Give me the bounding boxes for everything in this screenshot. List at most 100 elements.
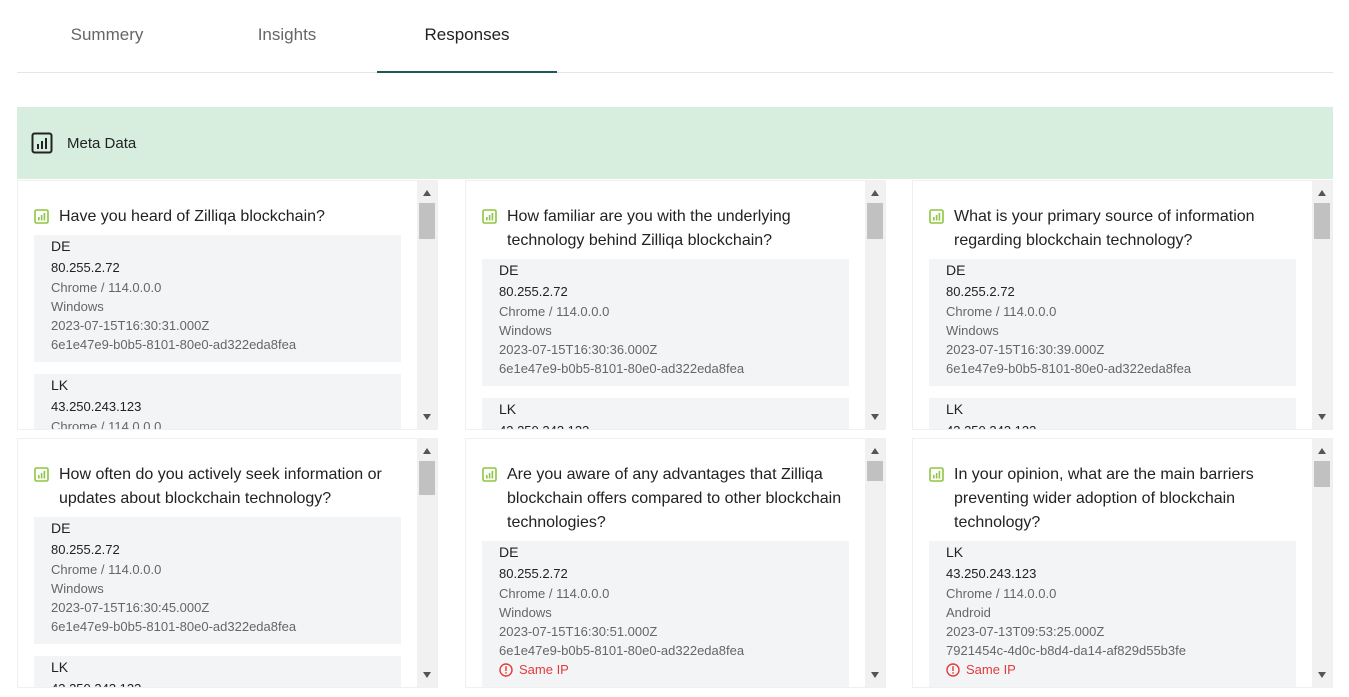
question-text: Have you heard of Zilliqa blockchain? (59, 208, 325, 225)
timestamp: 2023-07-15T16:30:31.000Z (51, 318, 210, 333)
operating-system: Windows (51, 581, 104, 596)
country-code: DE (51, 520, 71, 536)
card-content: How familiar are you with the underlying… (466, 181, 865, 429)
question-card: What is your primary source of informati… (912, 180, 1333, 430)
response-item: DE 80.255.2.72 Chrome / 114.0.0.0 Windows 20… (34, 517, 401, 644)
timestamp: 2023-07-15T16:30:51.000Z (499, 624, 658, 639)
question-header: How familiar are you with the underlying… (482, 205, 849, 253)
country-code: DE (499, 262, 519, 278)
warning-icon (499, 663, 513, 677)
card-content: What is your primary source of informati… (913, 181, 1312, 429)
scroll-up-arrow-icon[interactable] (417, 443, 437, 459)
question-header: Are you aware of any advantages that Zil… (482, 463, 849, 535)
scroll-down-arrow-icon[interactable] (865, 667, 885, 683)
scrollbar[interactable] (865, 181, 885, 429)
question-card: How often do you actively seek informati… (17, 438, 438, 688)
card-content: How often do you actively seek informati… (18, 439, 417, 687)
scroll-down-arrow-icon[interactable] (417, 409, 437, 425)
tab-bar: Summery Insights Responses (17, 0, 1333, 73)
scrollbar[interactable] (1312, 181, 1332, 429)
scroll-up-arrow-icon[interactable] (865, 185, 885, 201)
bar-chart-icon (34, 467, 49, 482)
country-code: DE (51, 238, 71, 254)
country-code: LK (946, 401, 964, 417)
ip-address: 43.250.243.123 (51, 679, 385, 687)
question-text: How familiar are you with the underlying… (507, 208, 791, 249)
scrollbar-thumb[interactable] (867, 461, 883, 481)
response-id: 6e1e47e9-b0b5-8101-80e0-ad322eda8fea (946, 361, 1192, 376)
country-code: LK (499, 401, 517, 417)
same-ip-warning: Same IP (946, 660, 1280, 680)
operating-system: Windows (946, 323, 999, 338)
operating-system: Windows (51, 299, 104, 314)
scroll-down-arrow-icon[interactable] (1312, 667, 1332, 683)
ip-address: 80.255.2.72 (51, 542, 120, 557)
meta-data-header: Meta Data (17, 107, 1333, 179)
country-code: DE (946, 262, 966, 278)
scroll-up-arrow-icon[interactable] (865, 443, 885, 459)
scrollbar[interactable] (1312, 439, 1332, 687)
ip-address: 43.250.243.123 (946, 421, 1280, 429)
ip-address: 80.255.2.72 (51, 260, 120, 275)
scrollbar[interactable] (865, 439, 885, 687)
scroll-down-arrow-icon[interactable] (417, 667, 437, 683)
question-text: In your opinion, what are the main barri… (954, 466, 1254, 531)
response-item: LK 43.250.243.123 (929, 398, 1296, 429)
response-item: LK 43.250.243.123 Chrome / 114.0.0.0 (34, 374, 401, 429)
ip-address: 43.250.243.123 (51, 399, 142, 414)
scrollbar-thumb[interactable] (867, 203, 883, 239)
tab-responses[interactable]: Responses (377, 0, 557, 73)
country-code: LK (51, 659, 69, 675)
scrollbar-thumb[interactable] (419, 203, 435, 239)
scrollbar-thumb[interactable] (1314, 203, 1330, 239)
question-text: Are you aware of any advantages that Zil… (507, 466, 842, 531)
scrollbar[interactable] (417, 181, 437, 429)
bar-chart-icon (31, 132, 53, 154)
question-header: How often do you actively seek informati… (34, 463, 401, 511)
scrollbar-thumb[interactable] (1314, 461, 1330, 487)
operating-system: Windows (499, 605, 552, 620)
bar-chart-icon (482, 209, 497, 224)
warning-icon (946, 663, 960, 677)
operating-system: Android (946, 605, 991, 620)
ip-address: 43.250.243.123 (499, 421, 833, 429)
question-header: In your opinion, what are the main barri… (929, 463, 1296, 535)
response-id: 6e1e47e9-b0b5-8101-80e0-ad322eda8fea (499, 361, 745, 376)
browser: Chrome / 114.0.0.0 (499, 304, 610, 319)
country-code: LK (51, 377, 69, 393)
scroll-up-arrow-icon[interactable] (1312, 443, 1332, 459)
scroll-down-arrow-icon[interactable] (1312, 409, 1332, 425)
scroll-up-arrow-icon[interactable] (1312, 185, 1332, 201)
scroll-down-arrow-icon[interactable] (865, 409, 885, 425)
bar-chart-icon (34, 209, 49, 224)
response-item: DE 80.255.2.72 Chrome / 114.0.0.0 Windows 20… (34, 235, 401, 362)
response-item: DE 80.255.2.72 Chrome / 114.0.0.0 Windows 20… (482, 259, 849, 386)
bar-chart-icon (482, 467, 497, 482)
browser: Chrome / 114.0.0.0 (946, 304, 1057, 319)
browser: Chrome / 114.0.0.0 (51, 280, 162, 295)
browser: Chrome / 114.0.0.0 (51, 419, 162, 429)
tab-insights[interactable]: Insights (197, 0, 377, 73)
ip-address: 43.250.243.123 (946, 566, 1037, 581)
operating-system: Windows (499, 323, 552, 338)
response-item: LK 43.250.243.123 (34, 656, 401, 687)
ip-address: 80.255.2.72 (946, 284, 1015, 299)
response-item: LK 43.250.243.123 Chrome / 114.0.0.0 Androi… (929, 541, 1296, 687)
scrollbar[interactable] (417, 439, 437, 687)
question-card: How familiar are you with the underlying… (465, 180, 886, 430)
response-item: DE 80.255.2.72 Chrome / 114.0.0.0 Windows 20… (929, 259, 1296, 386)
warning-text: Same IP (519, 662, 569, 677)
question-card: Have you heard of Zilliqa blockchain? DE… (17, 180, 438, 430)
country-code: LK (946, 544, 964, 560)
question-header: Have you heard of Zilliqa blockchain? (34, 205, 401, 229)
tab-summery[interactable]: Summery (17, 0, 197, 73)
scrollbar-thumb[interactable] (419, 461, 435, 495)
scroll-up-arrow-icon[interactable] (417, 185, 437, 201)
question-card: Are you aware of any advantages that Zil… (465, 438, 886, 688)
ip-address: 80.255.2.72 (499, 284, 568, 299)
card-content: In your opinion, what are the main barri… (913, 439, 1312, 687)
timestamp: 2023-07-15T16:30:39.000Z (946, 342, 1105, 357)
timestamp: 2023-07-15T16:30:45.000Z (51, 600, 210, 615)
browser: Chrome / 114.0.0.0 (946, 586, 1057, 601)
section-title: Meta Data (67, 134, 137, 152)
